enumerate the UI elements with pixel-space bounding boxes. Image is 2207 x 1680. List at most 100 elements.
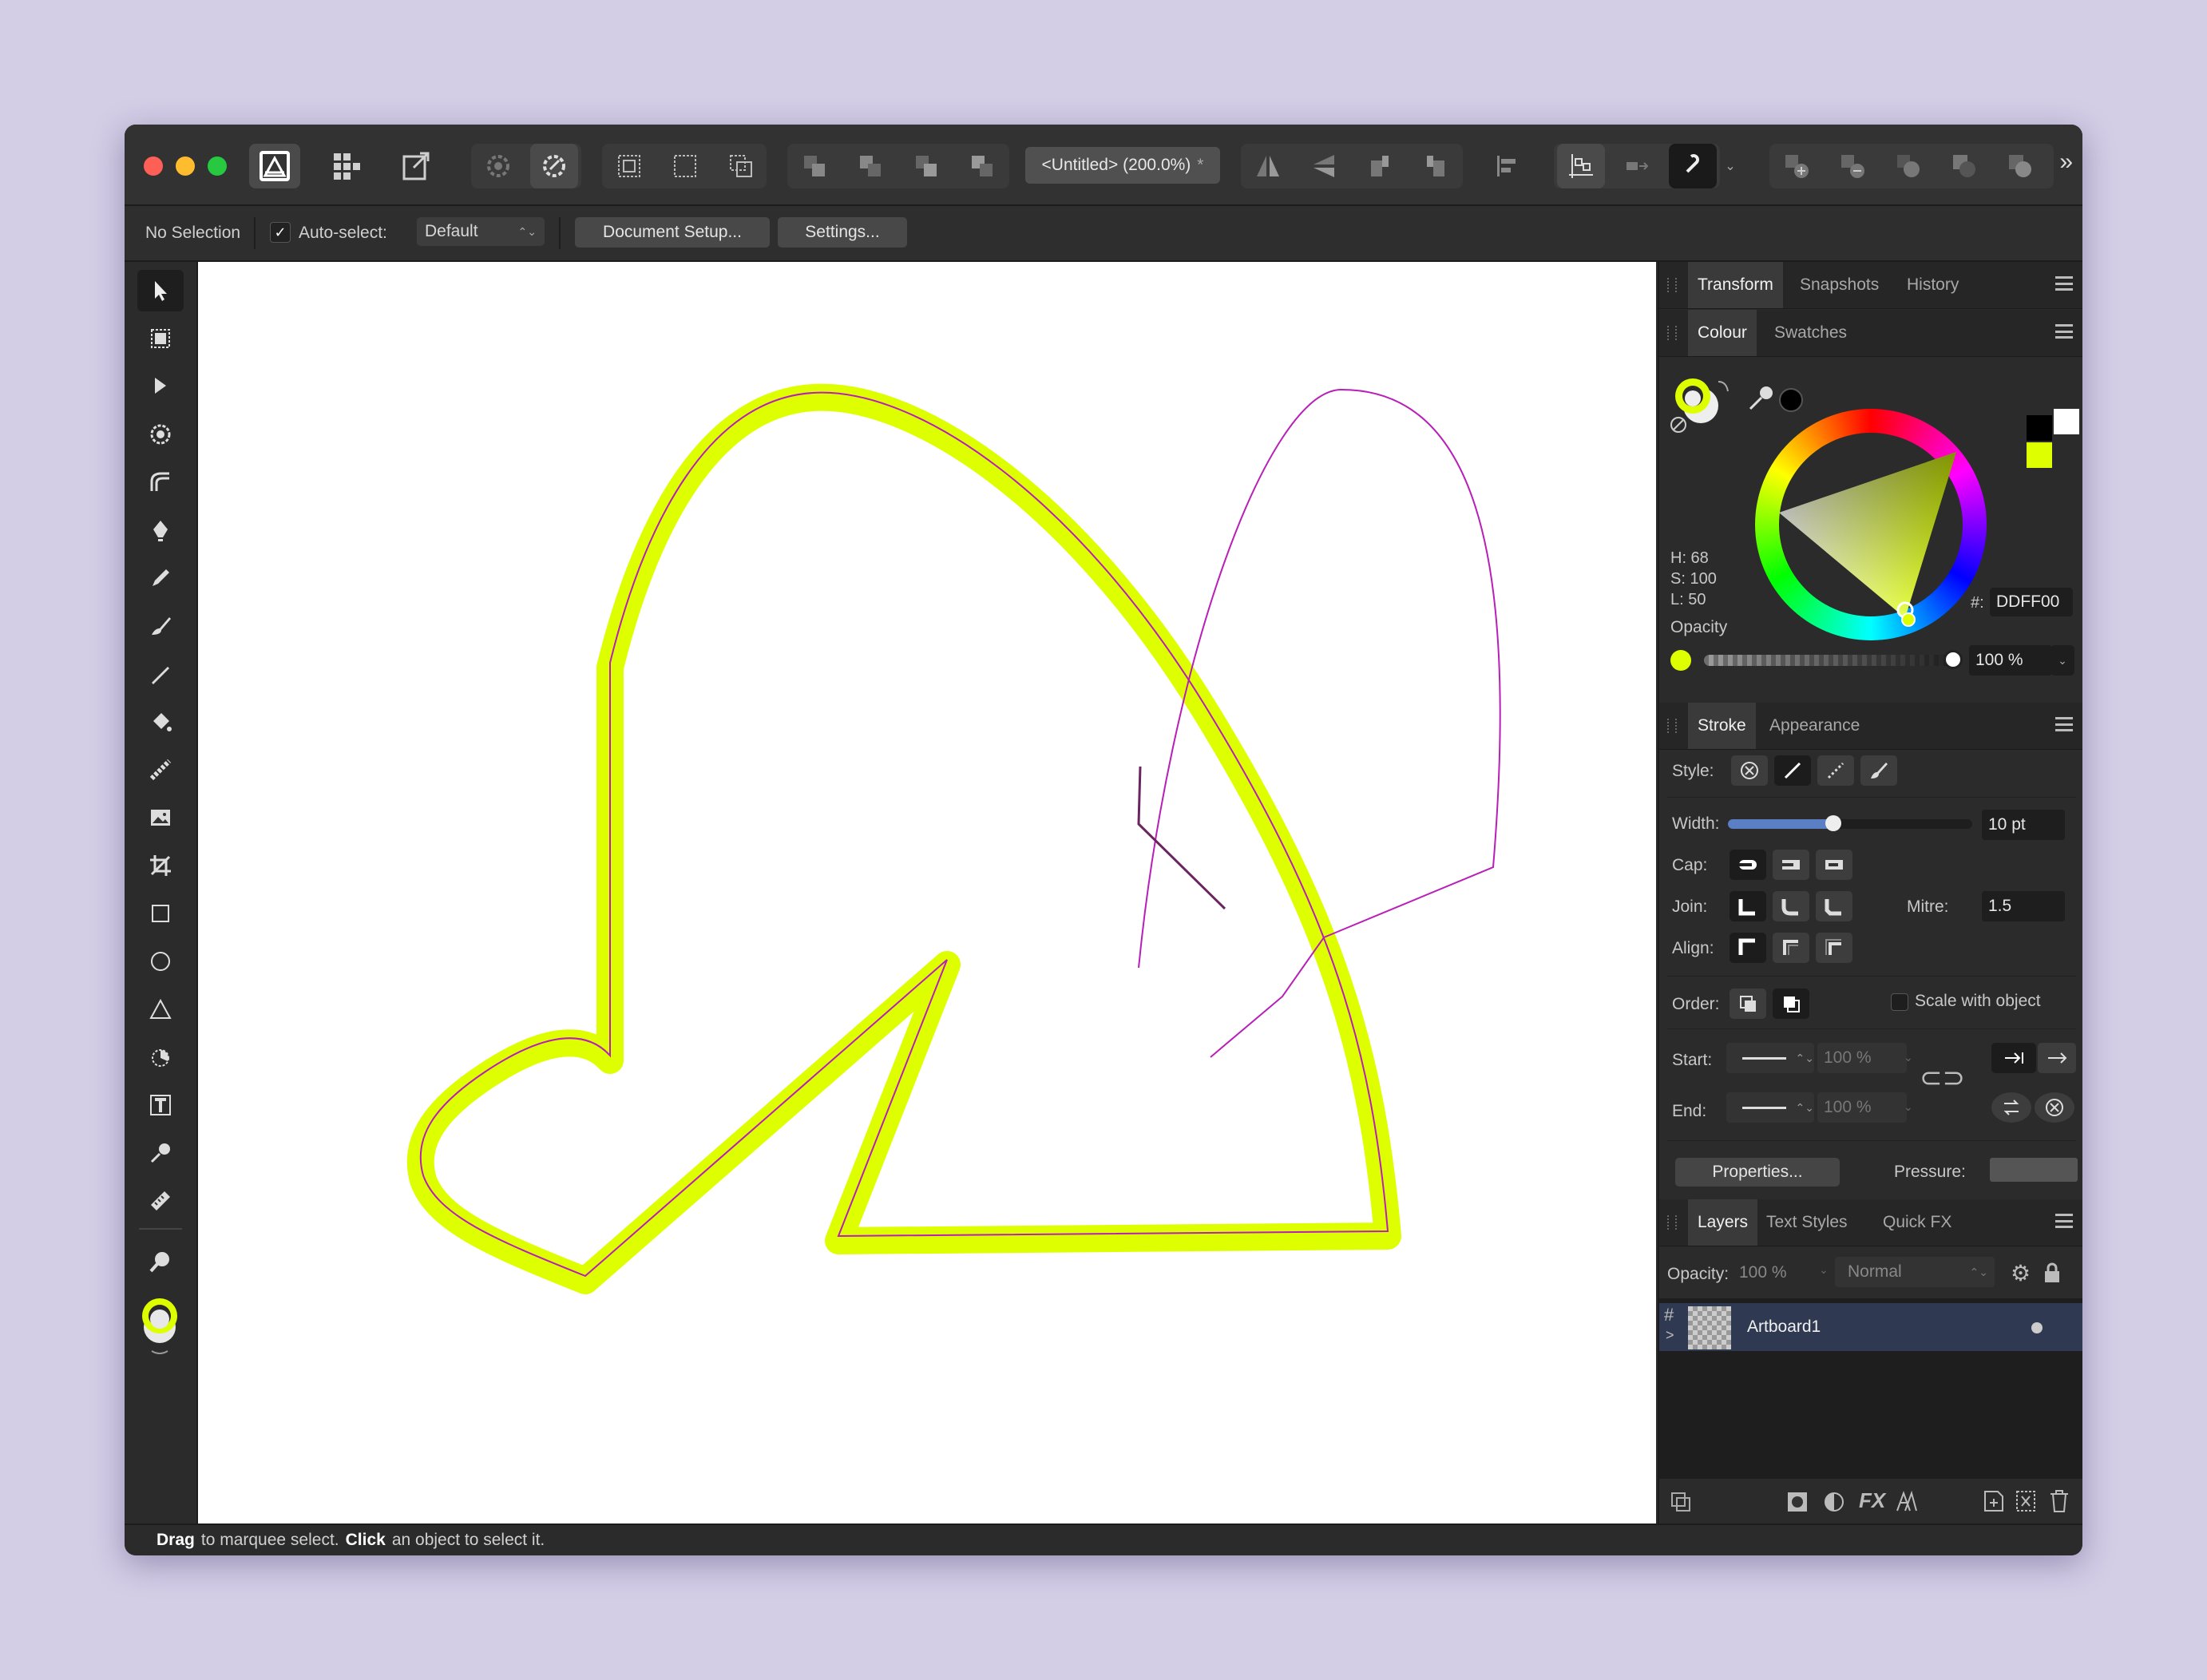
panel-menu-icon[interactable] <box>2055 1214 2073 1228</box>
rotate-right-icon[interactable] <box>1412 144 1460 188</box>
tab-colour[interactable]: Colour <box>1688 310 1757 356</box>
layer-opacity-value[interactable]: 100 % <box>1739 1263 1787 1282</box>
layer-row-artboard1[interactable]: # > Artboard1 <box>1659 1303 2082 1351</box>
swap-arrowheads-icon[interactable] <box>1991 1092 2031 1123</box>
start-scale-chevron-icon[interactable]: ⌄ <box>1904 1051 1913 1064</box>
tab-stroke[interactable]: Stroke <box>1688 703 1756 749</box>
document-title[interactable]: <Untitled> (200.0%) * <box>1025 147 1220 184</box>
panel-menu-icon[interactable] <box>2055 276 2073 291</box>
move-back-icon[interactable] <box>846 144 894 188</box>
mask-layer-icon[interactable] <box>1785 1490 1809 1514</box>
panel-menu-icon[interactable] <box>2055 324 2073 339</box>
flip-vertical-icon[interactable] <box>1300 144 1348 188</box>
adjustment-layer-icon[interactable] <box>1822 1490 1846 1514</box>
stroke-behind-fill-icon[interactable] <box>1730 989 1766 1019</box>
designer-persona-icon[interactable] <box>249 144 300 188</box>
zoom-tool-icon[interactable] <box>137 1241 184 1282</box>
transparency-tool-icon[interactable] <box>137 749 184 790</box>
shape-tool-icon[interactable] <box>137 1036 184 1078</box>
panel-grip-icon[interactable] <box>1667 326 1677 340</box>
pencil-tool-icon[interactable] <box>137 557 184 599</box>
start-scale-input[interactable]: 100 % <box>1817 1043 1907 1073</box>
artboard-canvas[interactable] <box>198 262 1656 1523</box>
end-scale-chevron-icon[interactable]: ⌄ <box>1904 1100 1913 1114</box>
no-stroke-style-icon[interactable] <box>1731 755 1768 786</box>
settings-button[interactable]: Settings... <box>778 217 907 248</box>
delete-layer-icon[interactable] <box>2047 1488 2071 1514</box>
corner-tool-icon[interactable] <box>137 462 184 503</box>
arrowhead-start-at-end-icon[interactable] <box>1991 1043 2036 1073</box>
snapping-toggle-icon[interactable] <box>530 144 578 188</box>
tab-text-styles[interactable]: Text Styles <box>1757 1199 1857 1246</box>
end-scale-input[interactable]: 100 % <box>1817 1092 1907 1123</box>
snapping-magnet-icon[interactable] <box>1669 144 1717 188</box>
add-geometry-icon[interactable] <box>1773 144 1821 188</box>
layer-opacity-chevron-icon[interactable]: ⌄ <box>1819 1263 1829 1277</box>
align-center-stroke-icon[interactable] <box>1730 933 1766 963</box>
opacity-slider-handle[interactable] <box>1944 650 1963 669</box>
align-inside-stroke-icon[interactable] <box>1773 933 1809 963</box>
live-filter-icon[interactable] <box>1894 1490 1918 1514</box>
colour-triangle[interactable] <box>1755 409 1987 640</box>
tab-history[interactable]: History <box>1897 262 1968 308</box>
move-forward-icon[interactable] <box>902 144 950 188</box>
invert-selection-icon[interactable] <box>717 144 765 188</box>
start-arrowhead-select[interactable]: ⌃⌄ <box>1726 1043 1814 1073</box>
crop-tool-icon[interactable] <box>137 845 184 886</box>
arrowhead-beyond-end-icon[interactable] <box>2038 1043 2076 1073</box>
assets-toggle-icon[interactable] <box>1669 1490 1693 1512</box>
snapping-dropdown-chevron-icon[interactable]: ⌄ <box>1718 144 1742 188</box>
auto-select-dropdown[interactable]: Default ⌃⌄ <box>417 217 545 246</box>
opacity-input[interactable]: 100 % <box>1969 645 2052 676</box>
rotate-left-icon[interactable] <box>1356 144 1404 188</box>
link-chain-icon[interactable]: ⊂⊃ <box>1920 1062 1965 1094</box>
panel-grip-icon[interactable] <box>1667 719 1677 733</box>
square-cap-icon[interactable] <box>1816 850 1852 880</box>
pen-tool-icon[interactable] <box>137 509 184 551</box>
vector-brush-tool-icon[interactable] <box>137 605 184 647</box>
xor-geometry-icon[interactable] <box>1940 144 1988 188</box>
subtract-geometry-icon[interactable] <box>1829 144 1876 188</box>
tab-snapshots[interactable]: Snapshots <box>1790 262 1888 308</box>
mitre-input[interactable]: 1.5 <box>1982 891 2065 921</box>
toolbar-overflow-icon[interactable]: » <box>2059 149 2073 176</box>
layer-visibility-dot[interactable] <box>2031 1322 2043 1333</box>
align-outside-stroke-icon[interactable] <box>1816 933 1852 963</box>
width-input[interactable]: 10 pt <box>1982 810 2065 840</box>
pixel-persona-icon[interactable] <box>323 144 370 188</box>
move-to-front-icon[interactable] <box>958 144 1006 188</box>
rectangle-tool-icon[interactable] <box>137 893 184 934</box>
fill-tool-icon[interactable] <box>137 653 184 695</box>
text-tool-icon[interactable] <box>137 1084 184 1126</box>
panel-menu-icon[interactable] <box>2055 717 2073 731</box>
add-layer-icon[interactable] <box>1982 1488 2006 1514</box>
move-tool-icon[interactable] <box>137 270 184 311</box>
snapping-settings-icon[interactable] <box>474 144 522 188</box>
layer-expand-chevron-icon[interactable]: > <box>1666 1327 1674 1344</box>
panel-grip-icon[interactable] <box>1667 278 1677 292</box>
opacity-slider[interactable] <box>1704 655 1953 666</box>
properties-button[interactable]: Properties... <box>1675 1158 1840 1187</box>
measure-tool-icon[interactable] <box>137 1180 184 1222</box>
fx-icon[interactable]: FX <box>1859 1488 1885 1513</box>
export-persona-icon[interactable] <box>393 144 441 188</box>
layer-lock-icon[interactable] <box>2043 1262 2062 1284</box>
tab-quick-fx[interactable]: Quick FX <box>1873 1199 1961 1246</box>
place-image-tool-icon[interactable] <box>137 797 184 838</box>
move-to-back-icon[interactable] <box>790 144 838 188</box>
select-all-icon[interactable] <box>605 144 653 188</box>
document-setup-button[interactable]: Document Setup... <box>575 217 770 248</box>
width-slider[interactable] <box>1728 815 1972 831</box>
opacity-dropdown-chevron-icon[interactable]: ⌄ <box>2050 645 2074 676</box>
artboard-tool-icon[interactable] <box>137 318 184 359</box>
auto-select-checkbox[interactable]: ✓ <box>270 222 291 243</box>
round-cap-icon[interactable] <box>1773 850 1809 880</box>
group-layer-icon[interactable] <box>2014 1488 2038 1514</box>
fill-stroke-indicator-icon[interactable] <box>1669 374 1757 438</box>
white-swatch[interactable] <box>2054 409 2079 434</box>
tab-transform[interactable]: Transform <box>1688 262 1783 308</box>
hex-input[interactable]: DDFF00 <box>1990 588 2073 616</box>
butt-cap-icon[interactable] <box>1730 850 1766 880</box>
divide-geometry-icon[interactable] <box>1996 144 2044 188</box>
tab-layers[interactable]: Layers <box>1688 1199 1758 1246</box>
